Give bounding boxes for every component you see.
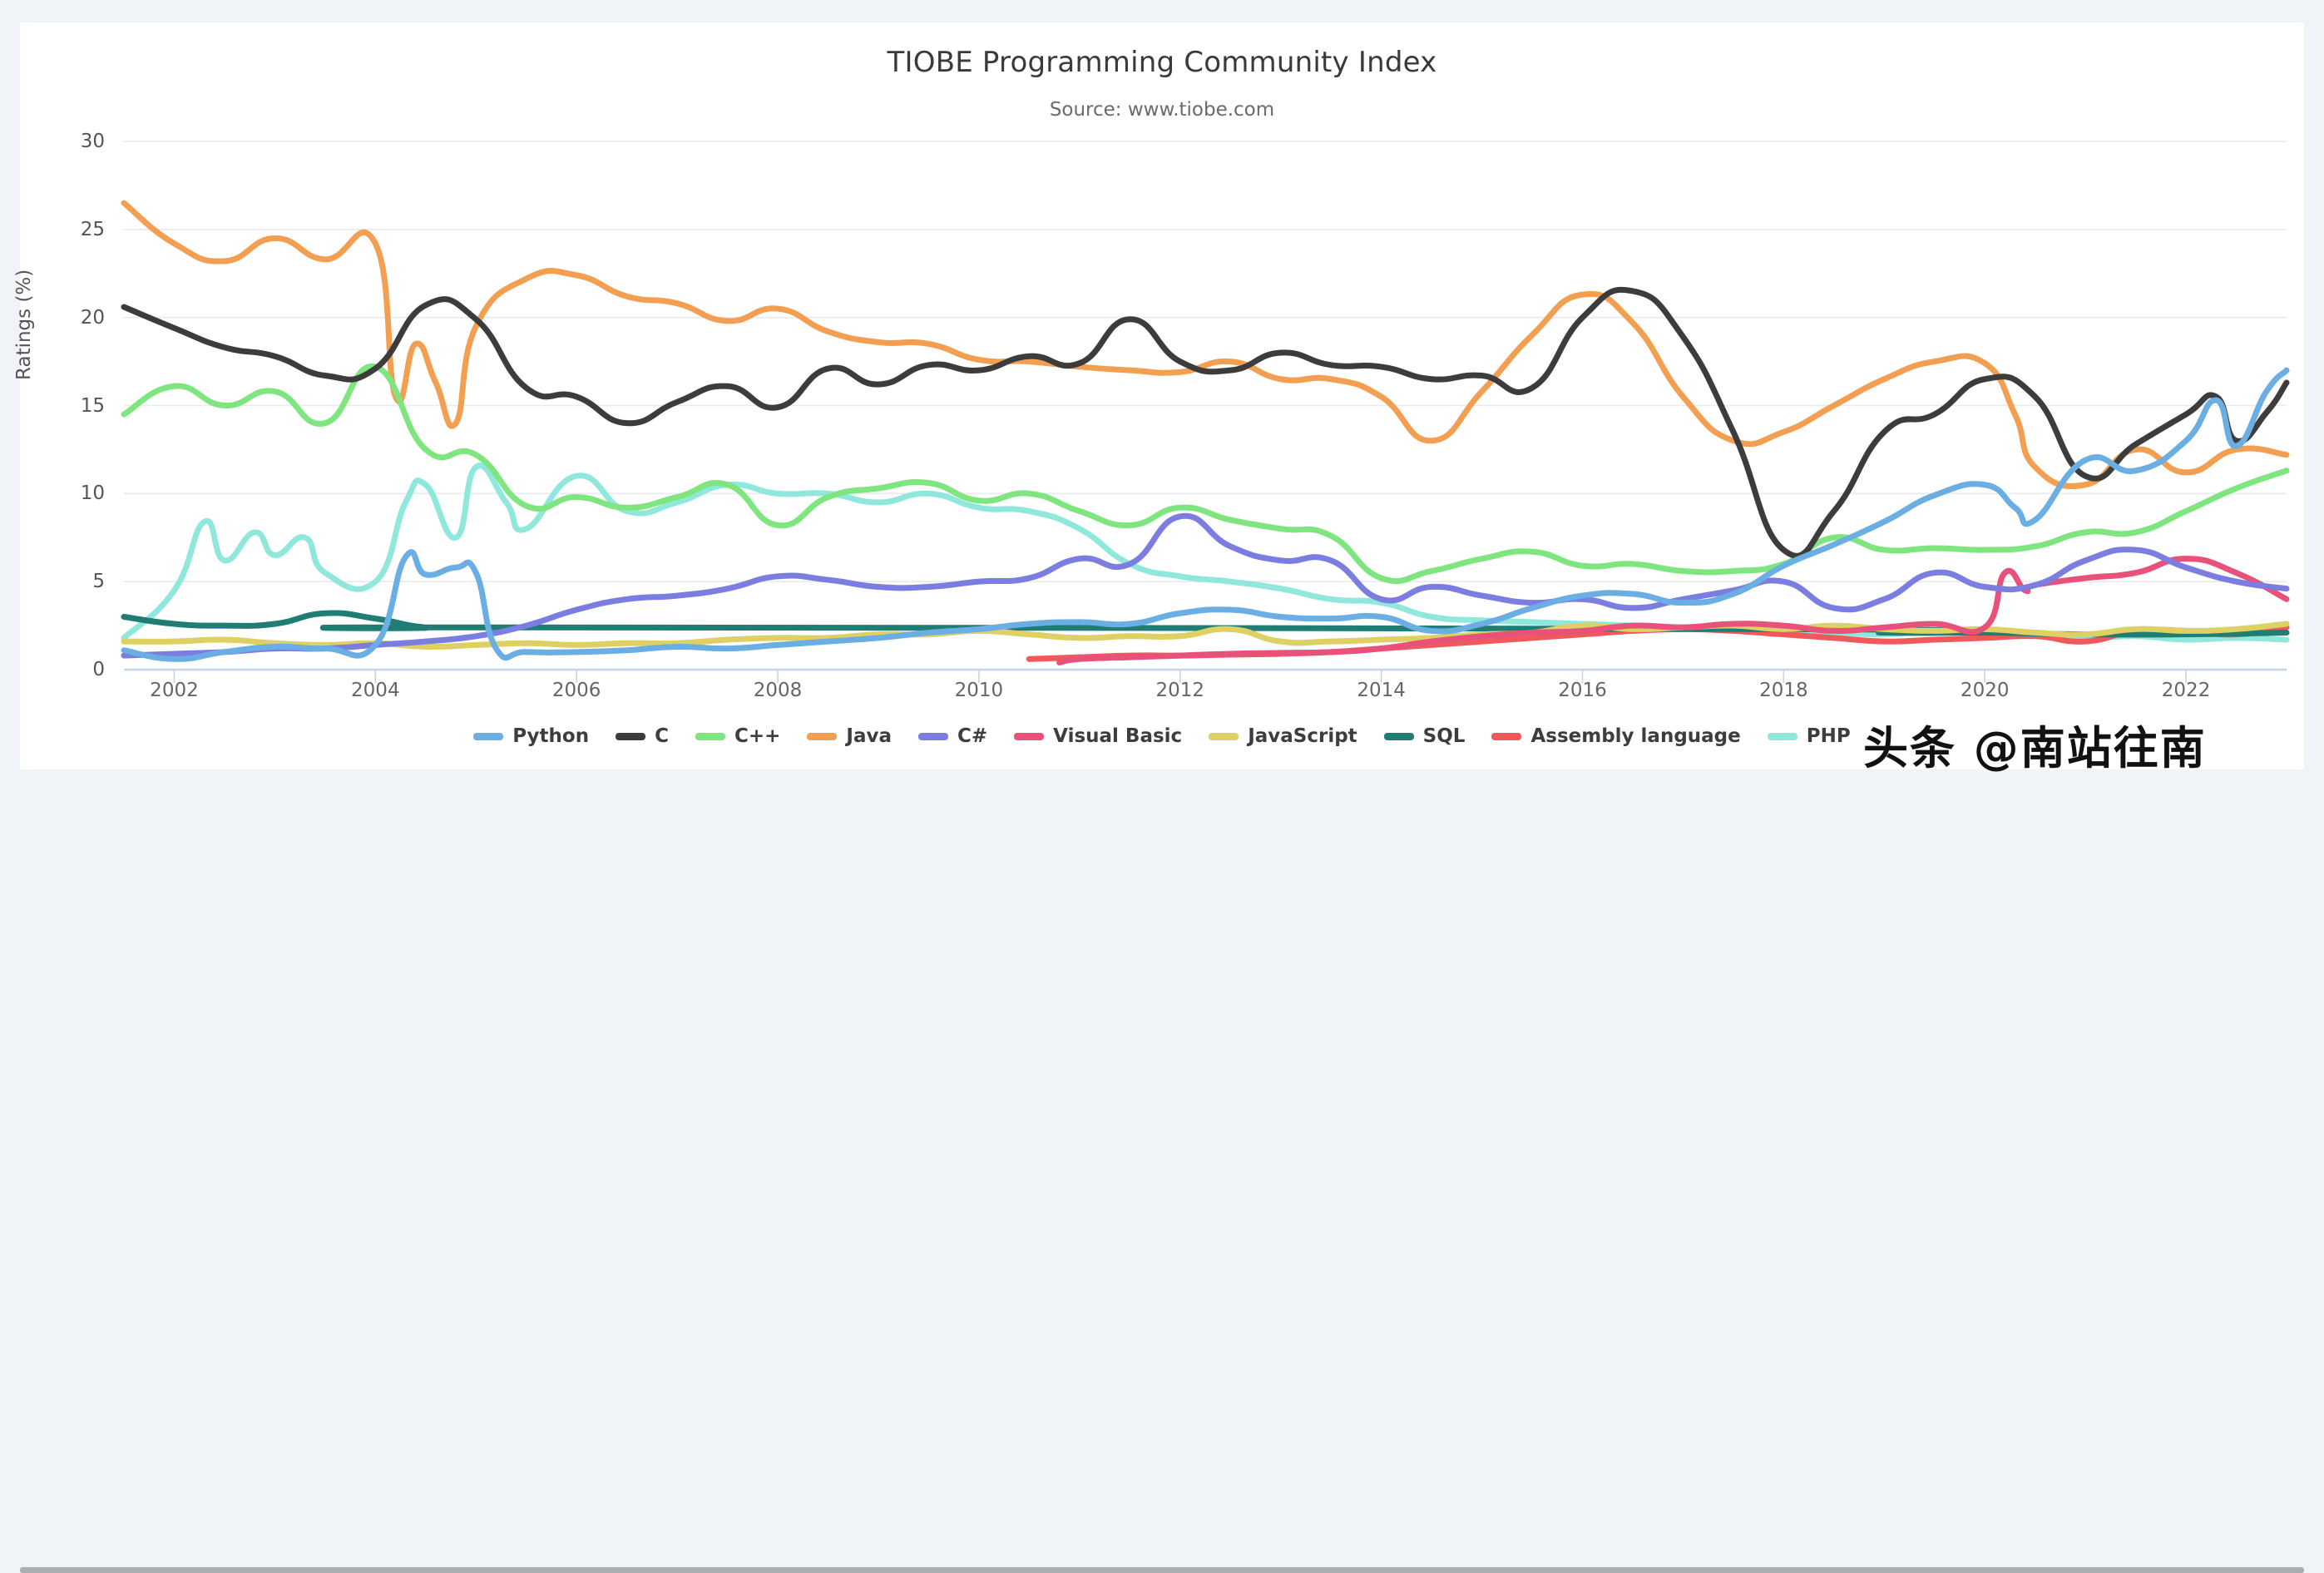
x-tick-label: 2020	[1960, 680, 2010, 701]
x-tick-label: 2016	[1558, 680, 1607, 701]
legend-swatch-icon	[807, 732, 838, 740]
legend-label: C	[655, 725, 669, 747]
legend-label: PHP	[1806, 725, 1851, 747]
legend-item-c[interactable]: C	[616, 725, 669, 747]
legend-item-c-[interactable]: C++	[695, 725, 780, 747]
legend-swatch-icon	[473, 732, 504, 740]
x-tick-label: 2012	[1155, 680, 1205, 701]
legend-item-visual-basic[interactable]: Visual Basic	[1014, 725, 1182, 747]
legend-label: Java	[846, 725, 893, 747]
legend-item-python[interactable]: Python	[473, 725, 589, 747]
x-tick-label: 2006	[551, 680, 601, 701]
legend-label: Python	[512, 725, 590, 747]
legend-item-javascript[interactable]: JavaScript	[1209, 725, 1357, 747]
y-tick-label: 20	[80, 306, 105, 329]
y-tick-label: 5	[92, 571, 105, 593]
legend-label: C#	[957, 725, 988, 747]
chart-card: TIOBE Programming Community Index Source…	[13, 22, 2304, 769]
y-tick-label: 10	[80, 482, 105, 505]
chart-title: TIOBE Programming Community Index	[887, 46, 1437, 79]
legend-label: SQL	[1422, 725, 1466, 747]
y-tick-label: 25	[80, 218, 105, 240]
x-tick-label: 2002	[150, 680, 199, 701]
chart-subtitle: Source: www.tiobe.com	[1049, 99, 1275, 121]
legend-swatch-icon	[1491, 732, 1522, 740]
x-tick-label: 2022	[2161, 680, 2211, 701]
y-tick-label: 0	[92, 659, 105, 680]
legend-item-c-[interactable]: C#	[918, 725, 987, 747]
legend-label: Assembly language	[1530, 725, 1741, 747]
series-line-php	[124, 466, 2287, 640]
legend-item-java[interactable]: Java	[807, 725, 892, 747]
x-tick-label: 2010	[954, 680, 1004, 701]
legend-swatch-icon	[695, 732, 725, 740]
y-tick-label: 30	[80, 131, 105, 152]
horizontal-scrollbar-track[interactable]	[0, 783, 2324, 1573]
legend-label: JavaScript	[1248, 725, 1357, 747]
legend-swatch-icon	[1209, 732, 1239, 740]
legend-item-assembly-language[interactable]: Assembly language	[1491, 725, 1741, 747]
screenshot-root: TIOBE Programming Community Index Source…	[0, 0, 2324, 1573]
legend-item-php[interactable]: PHP	[1767, 725, 1851, 747]
series-line-c-	[124, 366, 2287, 581]
x-tick-label: 2018	[1759, 680, 1808, 701]
legend-swatch-icon	[616, 732, 646, 740]
legend-swatch-icon	[1767, 732, 1797, 740]
x-tick-label: 2004	[351, 680, 400, 701]
legend-item-sql[interactable]: SQL	[1383, 725, 1466, 747]
plot-area	[124, 141, 2287, 670]
x-tick-label: 2014	[1357, 680, 1406, 701]
watermark-text: 头条 @南站往南	[1863, 722, 2207, 774]
horizontal-scrollbar-thumb[interactable]	[20, 1567, 2304, 1573]
legend-swatch-icon	[918, 732, 949, 740]
legend-label: Visual Basic	[1053, 725, 1183, 747]
series-line-java	[124, 203, 2287, 486]
y-tick-label: 15	[80, 394, 105, 417]
y-axis-tick-labels: 0 5 10 15 20 25 30	[20, 131, 120, 680]
legend-swatch-icon	[1014, 732, 1045, 740]
legend-label: C++	[734, 725, 781, 747]
x-tick-label: 2008	[753, 680, 803, 701]
legend-swatch-icon	[1383, 732, 1414, 740]
chart-lines-svg	[124, 141, 2287, 670]
